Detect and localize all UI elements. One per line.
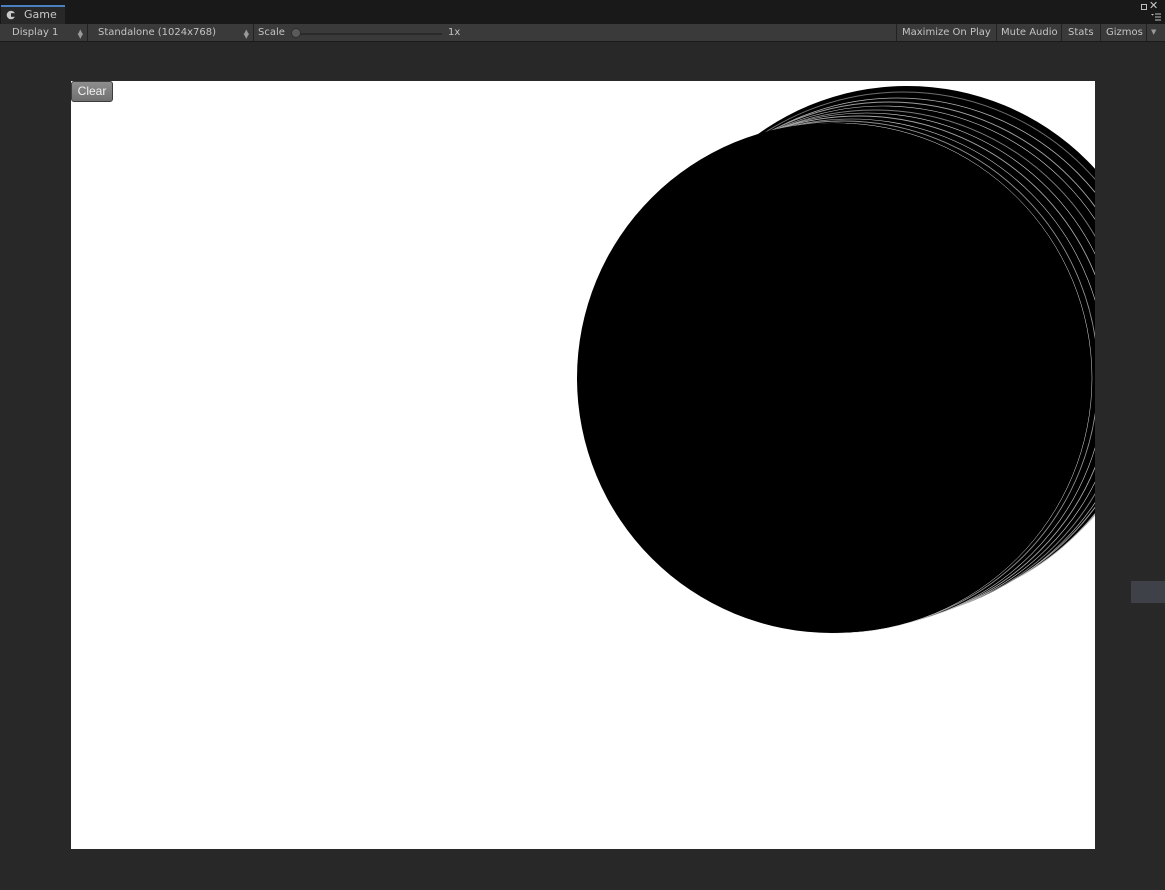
resolution-dropdown[interactable]: Standalone (1024x768) ▲ ▼ xyxy=(92,24,254,41)
tab-game-label: Game xyxy=(24,8,57,21)
scale-label: Scale xyxy=(258,27,285,38)
menu-icon[interactable] xyxy=(1151,13,1161,21)
maximize-on-play-toggle[interactable]: Maximize On Play xyxy=(896,24,996,41)
game-toolbar: Display 1 ▲ ▼ Standalone (1024x768) ▲ ▼ Sc… xyxy=(0,24,1165,42)
scale-slider-track[interactable] xyxy=(296,33,442,35)
dropdown-arrows-icon: ▲ ▼ xyxy=(77,28,83,40)
mute-audio-toggle[interactable]: Mute Audio xyxy=(996,24,1061,41)
close-icon[interactable]: ✕ xyxy=(1149,0,1158,11)
tab-game[interactable]: Game xyxy=(1,5,65,24)
gizmos-dropdown-arrow-icon[interactable]: ▼ xyxy=(1151,24,1156,41)
unity-game-icon xyxy=(6,10,16,20)
game-window: Game ✕ Display 1 ▲ ▼ Standalone (1024x768… xyxy=(0,0,1165,890)
circle-front xyxy=(577,123,1087,633)
gizmos-divider xyxy=(1146,24,1147,41)
scrollbar-handle[interactable] xyxy=(1131,581,1165,603)
scale-value: 1x xyxy=(448,27,461,38)
clear-button[interactable]: Clear xyxy=(71,81,113,102)
tab-strip: Game ✕ xyxy=(0,0,1165,24)
game-render xyxy=(577,86,1095,634)
game-viewport[interactable]: Clear xyxy=(71,81,1095,849)
maximize-icon[interactable] xyxy=(1141,4,1147,10)
window-controls: ✕ xyxy=(1138,0,1162,22)
display-dropdown-label: Display 1 xyxy=(12,27,59,38)
scale-slider-thumb[interactable] xyxy=(291,28,301,38)
display-dropdown[interactable]: Display 1 ▲ ▼ xyxy=(0,24,88,41)
resolution-dropdown-label: Standalone (1024x768) xyxy=(98,27,217,38)
stats-toggle[interactable]: Stats xyxy=(1061,24,1099,41)
circle-trail xyxy=(577,86,1095,634)
dropdown-arrows-icon: ▲ ▼ xyxy=(243,28,249,40)
